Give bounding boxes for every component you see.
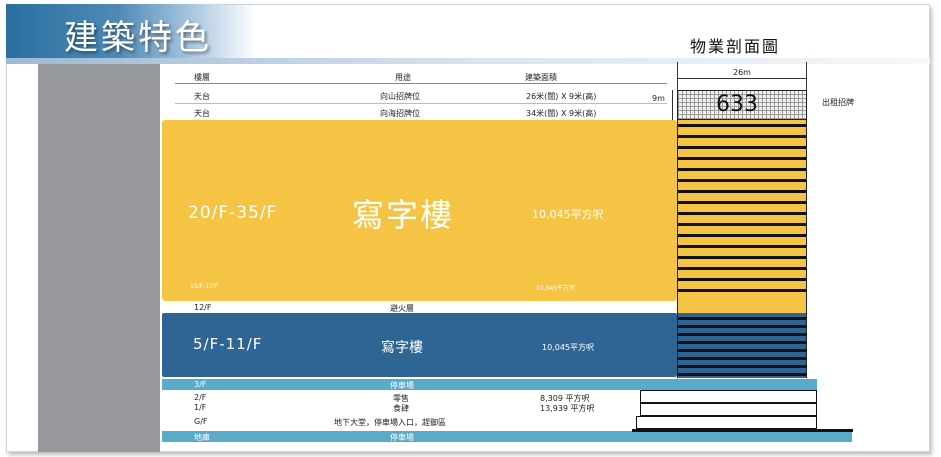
building-floor-line: [678, 349, 806, 352]
roof-row-1-area: 26米(闊) X 9米(高): [526, 92, 597, 101]
building-floor-line: [678, 146, 806, 149]
row-1f-use: 食肆: [393, 404, 409, 413]
width-label: 26m: [733, 68, 751, 77]
row-1f-floor: 1/F: [194, 403, 207, 412]
podium-level-gf: [636, 416, 817, 429]
roof-row-2-area: 34米(闊) X 9米(高): [526, 109, 597, 118]
basement-strip: [162, 431, 852, 442]
building-floor-line: [678, 267, 806, 270]
height-label: 9m: [652, 94, 665, 103]
building-floor-line: [678, 245, 806, 248]
basement-use: 停車場: [390, 433, 414, 442]
building-floor-line: [678, 333, 806, 336]
office-high-area: 10,045平方呎: [532, 208, 604, 221]
building-floor-line: [678, 357, 806, 360]
building-floor-line: [678, 157, 806, 160]
office-high-floors: 20/F-35/F: [188, 203, 278, 223]
building-floor-line: [678, 365, 806, 368]
row-2f-floor: 2/F: [194, 393, 207, 402]
podium-level-2f: [640, 390, 817, 403]
row-gf-use: 地下大堂，停車場入口，趕御區: [334, 418, 446, 427]
col-header-floor: 樓層: [194, 73, 210, 82]
sign-number: 633: [716, 92, 758, 117]
page-title: 建築特色: [64, 18, 212, 58]
building-section-lower: [677, 313, 807, 378]
office-low-use: 寫字樓: [381, 340, 423, 356]
row-rule: [175, 103, 667, 104]
basement-floor: 地庫: [194, 433, 210, 442]
podium-level-1f: [640, 403, 817, 416]
building-floor-line: [678, 201, 806, 204]
row-1f-area: 13,939 平方呎: [540, 404, 595, 413]
building-floor-line: [678, 190, 806, 193]
roof-row-1-use: 向山招牌位: [380, 92, 420, 101]
carpark-3f-use: 停車場: [390, 381, 414, 390]
width-dim-tick-right: [806, 62, 807, 90]
office-low-area: 10,045平方呎: [542, 343, 594, 352]
building-floor-line: [678, 234, 806, 237]
roof-row-1-floor: 天台: [194, 92, 210, 101]
height-dimension-line: [672, 90, 673, 120]
office-sub-floors: 15/F-17/F: [190, 283, 219, 290]
carpark-3f-strip: [162, 379, 817, 390]
building-floor-line: [678, 317, 806, 320]
building-floor-line: [678, 212, 806, 215]
building-floor-line: [678, 168, 806, 171]
building-floor-line: [678, 124, 806, 127]
building-floor-line: [678, 289, 806, 292]
carpark-3f-floor: 3/F: [194, 380, 207, 389]
office-high-use: 寫字樓: [352, 196, 455, 234]
col-header-use: 用途: [395, 73, 411, 82]
header-rule: [175, 83, 667, 84]
building-floor-line: [678, 325, 806, 328]
building-floor-line: [678, 223, 806, 226]
width-dim-tick-left: [677, 62, 678, 90]
col-header-area: 建築面積: [525, 73, 557, 82]
ground-line: [632, 429, 853, 432]
building-floor-line: [678, 278, 806, 281]
roof-row-2-use: 向海招牌位: [380, 109, 420, 118]
building-floor-line: [678, 256, 806, 259]
refuge-floor: 12/F: [194, 303, 212, 312]
section-title: 物業剖面圖: [690, 37, 781, 56]
width-dimension-line: [677, 78, 807, 79]
office-sub-area: 10,045平方呎: [536, 285, 575, 292]
slide: 建築特色 物業剖面圖 樓層 用途 建築面積 天台 向山招牌位 26米(闊) X …: [0, 0, 941, 457]
building-floor-line: [678, 373, 806, 376]
row-gf-floor: G/F: [194, 417, 208, 426]
building-floor-line: [678, 341, 806, 344]
roof-row-2-floor: 天台: [194, 109, 210, 118]
left-grey-bar: [38, 62, 160, 452]
office-low-floors: 5/F-11/F: [193, 335, 263, 353]
building-floor-line: [678, 135, 806, 138]
rental-sign-label: 出租招牌: [822, 98, 854, 107]
building-floor-line: [678, 179, 806, 182]
